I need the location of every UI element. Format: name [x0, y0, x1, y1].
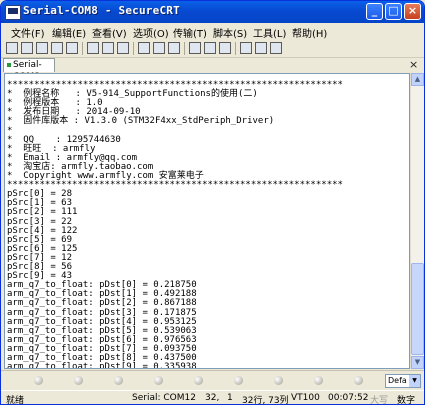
menu-tools[interactable]: 工具(L): [253, 25, 286, 40]
paste-icon[interactable]: [102, 42, 114, 54]
connect-tab-icon[interactable]: [36, 42, 48, 54]
button-bar-button[interactable]: [234, 376, 243, 385]
scroll-down-icon[interactable]: ▼: [411, 356, 424, 369]
about-icon[interactable]: [255, 42, 267, 54]
status-emulation: VT100: [291, 393, 320, 403]
vertical-scrollbar[interactable]: ▲ ▼: [410, 73, 424, 369]
button-bar-button[interactable]: [34, 376, 43, 385]
menu-edit[interactable]: 编辑(E): [52, 25, 86, 40]
menu-options[interactable]: 选项(O): [133, 25, 169, 40]
status-col: 1: [227, 393, 233, 403]
terminal-output[interactable]: ****************************************…: [4, 73, 410, 369]
button-bar-button[interactable]: [74, 376, 83, 385]
print-icon[interactable]: [153, 42, 165, 54]
copy-icon[interactable]: [87, 42, 99, 54]
button-bar-button[interactable]: [154, 376, 163, 385]
securecrt-app-icon[interactable]: [5, 5, 21, 20]
toolbar-options-icon[interactable]: [270, 42, 282, 54]
main-window: Serial-COM8 - SecureCRT _ □ × 文件(F) 编辑(E…: [0, 0, 425, 405]
menu-transfer[interactable]: 传输(T): [173, 25, 207, 40]
menu-bar: 文件(F) 编辑(E) 查看(V) 选项(O) 传输(T) 脚本(S) 工具(L…: [1, 23, 424, 40]
button-bar-select[interactable]: Defa ▼: [385, 374, 421, 388]
quick-connect-icon[interactable]: [21, 42, 33, 54]
title-bar[interactable]: Serial-COM8 - SecureCRT _ □ ×: [1, 1, 424, 23]
menu-file[interactable]: 文件(F): [11, 25, 45, 40]
terminal-line: * 固件库版本 : V1.3.0 (STM32F4xx_StdPeriph_Dr…: [7, 116, 275, 127]
button-bar-button[interactable]: [314, 376, 323, 385]
button-bar-button[interactable]: [194, 376, 203, 385]
print-screen-icon[interactable]: [168, 42, 180, 54]
close-tab-icon[interactable]: ×: [409, 58, 419, 71]
session-options-icon[interactable]: [138, 42, 150, 54]
button-bar-select-value: Defa: [388, 376, 407, 385]
status-time: 00:07:52: [328, 393, 369, 403]
chevron-down-icon[interactable]: ▼: [409, 375, 420, 387]
toolbar: [1, 40, 424, 58]
window-title: Serial-COM8 - SecureCRT: [23, 4, 180, 17]
status-row: 32,: [205, 393, 220, 403]
scroll-up-icon[interactable]: ▲: [411, 73, 424, 86]
status-ready: 就绪: [6, 396, 25, 405]
toolbar-separator: [82, 42, 83, 55]
maximize-button[interactable]: □: [385, 3, 402, 20]
menu-script[interactable]: 脚本(S): [213, 25, 247, 40]
menu-help[interactable]: 帮助(H): [292, 25, 327, 40]
help-icon[interactable]: [240, 42, 252, 54]
keymap-icon[interactable]: [219, 42, 231, 54]
button-bar: Defa ▼: [1, 370, 424, 391]
status-num: 数字: [397, 396, 416, 405]
terminal-line: arm_q7_to_float: pDst[9] = 0.335938: [7, 362, 197, 369]
reconnect-icon[interactable]: [51, 42, 63, 54]
toolbar-separator: [184, 42, 185, 55]
button-bar-button[interactable]: [114, 376, 123, 385]
sftp-icon[interactable]: [204, 42, 216, 54]
menu-view[interactable]: 查看(V): [92, 25, 127, 40]
minimize-button[interactable]: _: [366, 3, 383, 20]
session-tab-bar: Serial-COM8 ×: [1, 58, 424, 82]
connect-icon[interactable]: [6, 42, 18, 54]
button-bar-button[interactable]: [354, 376, 363, 385]
disconnect-icon[interactable]: [66, 42, 78, 54]
button-bar-button[interactable]: [274, 376, 283, 385]
global-options-icon[interactable]: [189, 42, 201, 54]
toolbar-separator: [235, 42, 236, 55]
close-button[interactable]: ×: [404, 3, 421, 20]
tab-serial-com8[interactable]: Serial-COM8: [3, 58, 55, 82]
status-size: 32行, 73列: [242, 396, 289, 405]
scrollbar-thumb[interactable]: [411, 263, 424, 355]
toolbar-separator: [133, 42, 134, 55]
find-icon[interactable]: [117, 42, 129, 54]
status-caps: 大写: [370, 396, 389, 405]
status-bar: 就绪 Serial: COM12 32, 1 32行, 73列 VT100 00…: [1, 390, 424, 405]
status-session: Serial: COM12: [132, 393, 196, 403]
